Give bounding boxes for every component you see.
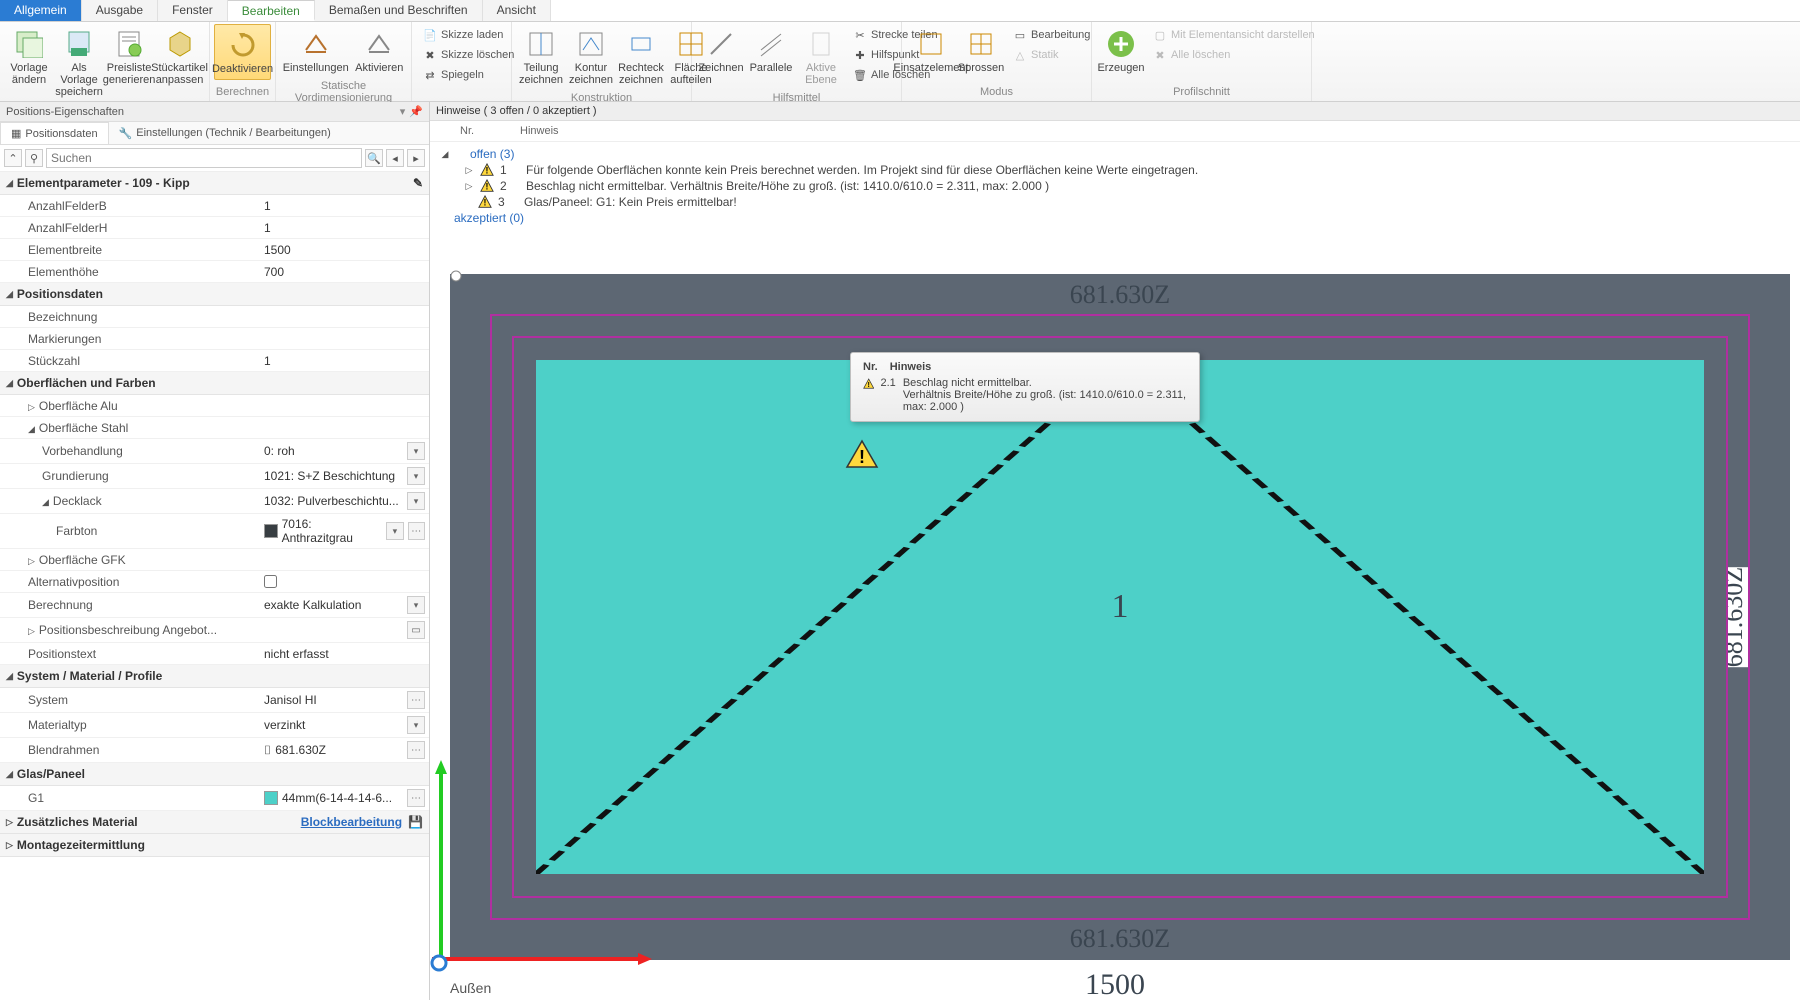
color-swatch [264, 524, 278, 538]
als-vorlage-speichern-button[interactable]: Als Vorlage speichern [54, 24, 104, 102]
hint-text: Für folgende Oberflächen konnte kein Pre… [526, 163, 1198, 177]
skizze-laden-button[interactable]: 📄Skizze laden [420, 26, 517, 44]
panel-pin-icon[interactable]: 📌 [409, 105, 423, 118]
parallele-button[interactable]: Parallele [746, 24, 796, 78]
sprossen-button[interactable]: Sprossen [956, 24, 1006, 78]
width-dimension: 1500 [1085, 968, 1145, 1002]
teilung-zeichnen-button[interactable]: Teilung zeichnen [516, 24, 566, 90]
warning-icon: ! [478, 195, 492, 209]
modus-bearbeitung-button[interactable]: ▭Bearbeitung [1010, 26, 1093, 44]
canvas-tooltip: Nr.Hinweis ! 2.1 Beschlag nicht ermittel… [850, 352, 1200, 422]
preisliste-generieren-button[interactable]: Preisliste generieren [104, 24, 154, 90]
expand-icon[interactable]: ◢ [440, 149, 450, 160]
blockbearbeitung-link[interactable]: Blockbearbeitung [301, 815, 402, 829]
filter-button[interactable]: ⚲ [25, 149, 43, 167]
einsatzelement-button[interactable]: Einsatzelement [906, 24, 956, 78]
svg-text:!: ! [486, 182, 489, 192]
dropdown-icon[interactable]: ▾ [407, 442, 425, 460]
more-button[interactable]: ⋯ [408, 522, 425, 540]
profile-icon: ⌷ [264, 743, 271, 758]
elementansicht-button[interactable]: ▢Mit Elementansicht darstellen [1150, 26, 1318, 44]
origin-dot[interactable] [430, 954, 448, 972]
svg-text:!: ! [486, 166, 489, 176]
svg-text:!: ! [484, 198, 487, 208]
group-berechnen-label: Berechnen [214, 84, 271, 101]
modus-statik-button[interactable]: △Statik [1010, 46, 1093, 64]
panel-menu-icon[interactable]: ▾ [400, 105, 406, 118]
section-oberflaechen: Oberflächen und Farben [17, 376, 156, 390]
subtab-positionsdaten[interactable]: ▦Positionsdaten [0, 122, 109, 144]
spiegeln-button[interactable]: ⇄Spiegeln [420, 66, 517, 84]
profilschnitt-loeschen-button[interactable]: ✖Alle löschen [1150, 46, 1318, 64]
collapse-all-button[interactable]: ⌃ [4, 149, 22, 167]
x-axis-icon [432, 950, 652, 968]
glass-pane[interactable]: 1 [536, 360, 1704, 874]
svg-text:!: ! [868, 381, 870, 389]
edit-section-button[interactable]: ✎ [413, 176, 423, 190]
aussen-label: Außen [450, 980, 491, 996]
grid-icon: ▦ [11, 127, 21, 140]
statik-aktivieren-button[interactable]: Aktivieren [352, 24, 408, 78]
warning-icon: ! [480, 179, 494, 193]
drawing-canvas[interactable]: 681.630Z 681.630Z 681.630Z 681.630Z 1 [430, 234, 1800, 1000]
search-input[interactable] [46, 148, 362, 168]
hints-accepted-group[interactable]: akzeptiert (0) [440, 211, 524, 225]
expand-icon[interactable]: ◢ [6, 178, 13, 189]
stueckartikel-anpassen-button[interactable]: Stückartikel anpassen [154, 24, 205, 90]
deaktivieren-button[interactable]: Deaktivieren [214, 24, 271, 80]
tab-fenster[interactable]: Fenster [158, 0, 228, 21]
save-icon[interactable]: 💾 [408, 815, 423, 829]
tab-ansicht[interactable]: Ansicht [483, 0, 551, 21]
tab-allgemein[interactable]: Allgemein [0, 0, 82, 21]
group-modus-label: Modus [906, 84, 1087, 101]
left-panel-title: Positions-Eigenschaften [6, 106, 124, 118]
edit-button[interactable]: ▭ [407, 621, 425, 639]
section-system: System / Material / Profile [17, 669, 162, 683]
y-axis-icon [432, 760, 450, 960]
hints-open-group[interactable]: offen (3) [456, 147, 514, 161]
opening-lines [536, 360, 1704, 874]
kontur-zeichnen-button[interactable]: Kontur zeichnen [566, 24, 616, 90]
alternativ-checkbox[interactable] [264, 575, 277, 588]
handle-dot[interactable] [450, 270, 462, 282]
vorlage-aendern-button[interactable]: Vorlage ändern [4, 24, 54, 90]
section-positionsdaten: Positionsdaten [17, 287, 103, 301]
group-profilschnitt-label: Profilschnitt [1096, 84, 1307, 101]
tab-bemassen[interactable]: Bemaßen und Beschriften [315, 0, 483, 21]
wrench-icon: 🔧 [119, 127, 133, 140]
search-button[interactable]: 🔍 [365, 149, 383, 167]
hint-text: Glas/Paneel: G1: Kein Preis ermittelbar! [524, 195, 737, 209]
section-montage: Montagezeitermittlung [17, 838, 145, 852]
tab-ausgabe[interactable]: Ausgabe [82, 0, 158, 21]
glass-swatch [264, 791, 278, 805]
aktive-ebene-button[interactable]: Aktive Ebene [796, 24, 846, 90]
canvas-warning-icon[interactable]: ! [845, 439, 879, 469]
hints-header: Hinweise ( 3 offen / 0 akzeptiert ) [430, 102, 1800, 121]
rechteck-zeichnen-button[interactable]: Rechteck zeichnen [616, 24, 666, 90]
nav-fwd-button[interactable]: ▸ [407, 149, 425, 167]
svg-text:!: ! [859, 447, 865, 467]
nav-back-button[interactable]: ◂ [386, 149, 404, 167]
frame-outer: 681.630Z 681.630Z 681.630Z 681.630Z 1 [450, 274, 1790, 960]
statik-einstellungen-button[interactable]: Einstellungen [280, 24, 352, 78]
dim-top: 681.630Z [1070, 280, 1170, 310]
section-zusatz: Zusätzliches Material [17, 815, 138, 829]
subtab-einstellungen[interactable]: 🔧Einstellungen (Technik / Bearbeitungen) [109, 122, 341, 144]
warning-icon: ! [480, 163, 494, 177]
section-elementparam: Elementparameter - 109 - Kipp [17, 176, 190, 190]
zeichnen-button[interactable]: Zeichnen [696, 24, 746, 78]
dim-bottom: 681.630Z [1070, 924, 1170, 954]
erzeugen-button[interactable]: Erzeugen [1096, 24, 1146, 78]
section-glas: Glas/Paneel [17, 767, 85, 781]
hint-text: Beschlag nicht ermittelbar. Verhältnis B… [526, 179, 1049, 193]
tab-bearbeiten[interactable]: Bearbeiten [228, 0, 315, 21]
skizze-loeschen-button[interactable]: ✖Skizze löschen [420, 46, 517, 64]
warning-icon: ! [863, 377, 874, 391]
